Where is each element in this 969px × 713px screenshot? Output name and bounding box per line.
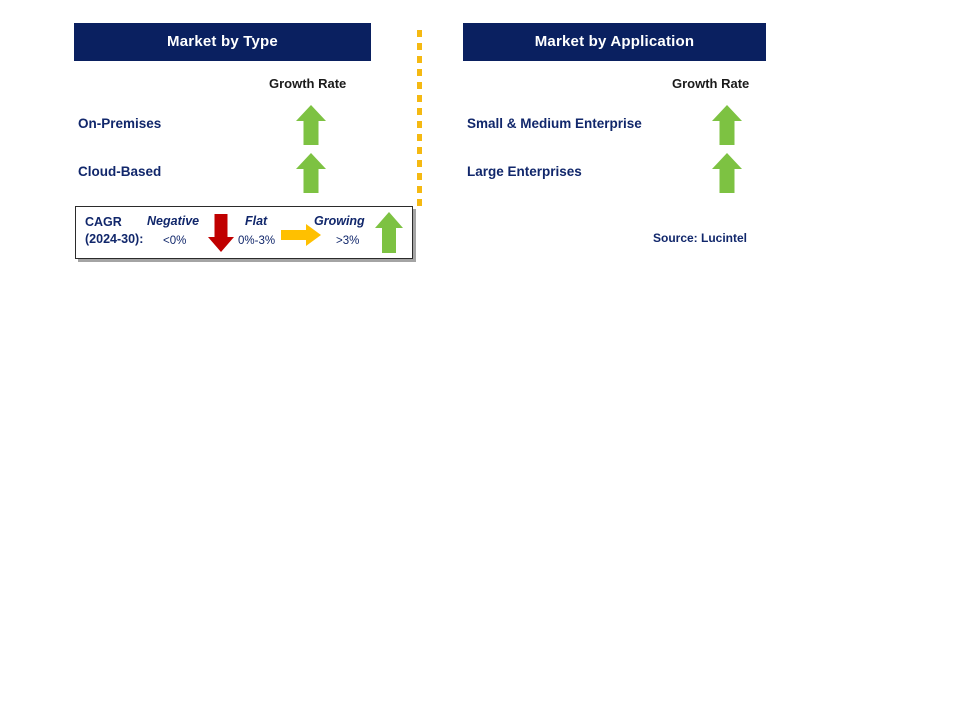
cagr-legend: CAGR (2024-30): Negative <0% Flat 0%-3% … (75, 206, 413, 259)
down-arrow-icon (207, 213, 235, 258)
up-arrow-icon (711, 104, 743, 151)
market-by-type-header: Market by Type (74, 23, 371, 61)
legend-term-growing: Growing (314, 214, 365, 228)
segment-label-on-premises: On-Premises (78, 116, 162, 131)
legend-range-negative: <0% (163, 235, 187, 247)
legend-range-growing: >3% (336, 235, 360, 247)
legend-cagr-line1: CAGR (85, 215, 122, 229)
market-by-application-panel: Market by Application (463, 0, 766, 61)
up-arrow-icon (374, 211, 404, 259)
up-arrow-icon (295, 152, 327, 199)
source-label: Source: Lucintel (653, 231, 748, 245)
legend-range-flat: 0%-3% (238, 235, 276, 247)
up-arrow-icon (295, 104, 327, 151)
segment-label-large-enterprises: Large Enterprises (467, 164, 582, 179)
growth-rate-column-header-application: Growth Rate (672, 76, 750, 91)
segment-label-small-medium-enterprise: Small & Medium Enterprise (467, 116, 642, 131)
legend-cagr-line2: (2024-30): (85, 232, 144, 246)
market-by-type-panel: Market by Type (74, 0, 371, 61)
market-by-application-header: Market by Application (463, 23, 766, 61)
up-arrow-icon (711, 152, 743, 199)
vertical-dashed-divider (417, 30, 422, 208)
legend-term-negative: Negative (147, 214, 200, 228)
legend-term-flat: Flat (245, 214, 268, 228)
segment-label-cloud-based: Cloud-Based (78, 164, 162, 179)
legend-cagr-title: CAGR (2024-30): (85, 214, 143, 248)
growth-rate-column-header-type: Growth Rate (269, 76, 347, 91)
